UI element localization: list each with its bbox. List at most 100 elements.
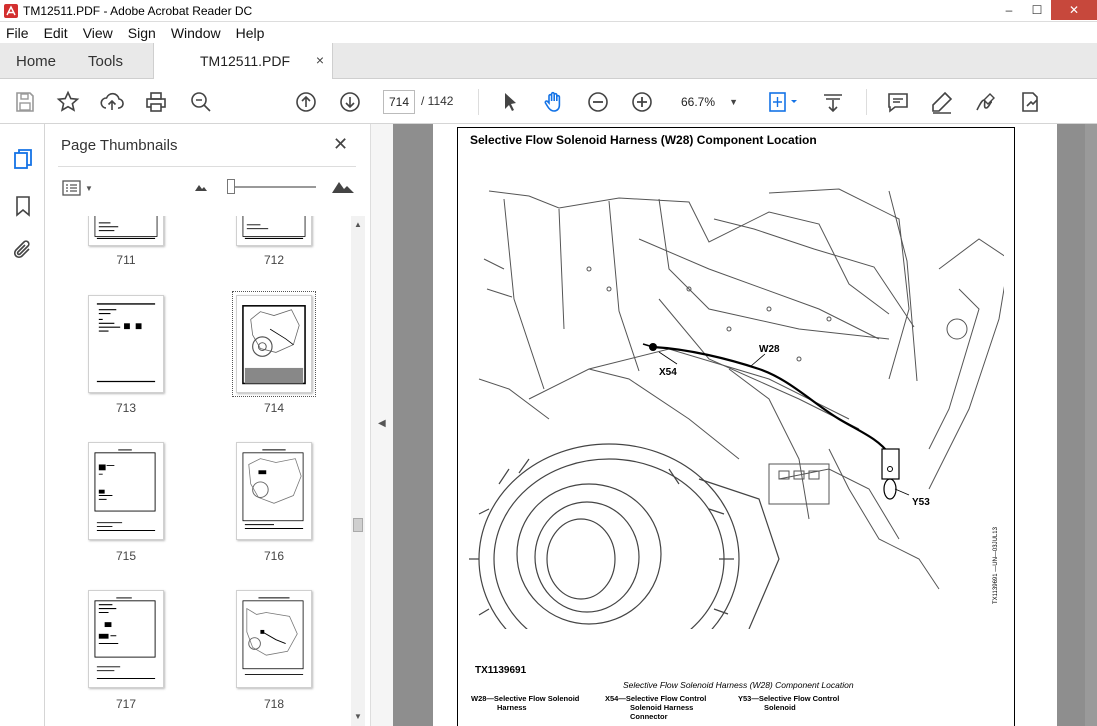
figure-id: TX1139691 — [475, 665, 527, 676]
thumbnail-page[interactable] — [88, 442, 164, 540]
scroll-down-icon[interactable]: ▼ — [353, 712, 363, 721]
left-rail — [0, 124, 45, 726]
menu-edit[interactable]: Edit — [44, 25, 68, 41]
legend-key: X54— — [605, 694, 626, 703]
thumbnail-options-button[interactable]: ▼ — [62, 178, 94, 198]
thumbnail-page[interactable] — [236, 590, 312, 688]
page-thumbnails-icon[interactable] — [10, 146, 36, 172]
menu-help[interactable]: Help — [236, 25, 265, 41]
thumbnail-enlarge-icon[interactable] — [331, 178, 355, 194]
thumbnail-size-slider[interactable] — [231, 186, 316, 188]
tab-home[interactable]: Home — [16, 53, 56, 70]
bookmark-star-icon[interactable] — [55, 89, 81, 115]
document-scrollbar[interactable] — [1085, 124, 1097, 726]
scroll-mode-icon[interactable] — [820, 89, 846, 115]
legend-text: Selective Flow Control — [758, 694, 840, 703]
thumbnail-label: 711 — [116, 253, 136, 267]
legend-item-y53: Y53—Selective Flow Control Solenoid — [738, 694, 839, 712]
comment-icon[interactable] — [885, 89, 911, 115]
zoom-search-icon[interactable] — [188, 89, 214, 115]
panel-splitter[interactable]: ◀ — [370, 124, 393, 726]
page-title: Selective Flow Solenoid Harness (W28) Co… — [470, 133, 817, 147]
thumbnail-list: 711 712 713 714 715 716 717 718 — [46, 216, 352, 726]
close-panel-icon[interactable]: ✕ — [333, 134, 348, 155]
figure-side-id: TX1139691 —UN—03JUL13 — [993, 527, 999, 604]
menu-file[interactable]: File — [6, 25, 29, 41]
thumbnail-page-selected[interactable] — [232, 291, 316, 397]
minimize-button[interactable]: – — [995, 0, 1023, 20]
chevron-down-icon: ▼ — [729, 97, 738, 107]
legend-text: Solenoid — [764, 703, 796, 712]
window-title: TM12511.PDF - Adobe Acrobat Reader DC — [23, 3, 253, 18]
hand-icon[interactable] — [541, 89, 567, 115]
zoom-in-icon[interactable] — [629, 89, 655, 115]
zoom-value: 66.7% — [681, 95, 716, 109]
thumbnail-page[interactable] — [236, 442, 312, 540]
legend-text: Selective Flow Control — [625, 694, 707, 703]
attachments-icon[interactable] — [10, 238, 36, 264]
save-icon[interactable] — [12, 89, 38, 115]
upload-icon[interactable] — [99, 89, 125, 115]
document-view[interactable]: Selective Flow Solenoid Harness (W28) Co… — [393, 124, 1097, 726]
thumbnail-page[interactable] — [88, 216, 164, 246]
zoom-out-icon[interactable] — [585, 89, 611, 115]
title-bar: TM12511.PDF - Adobe Acrobat Reader DC – … — [0, 0, 1097, 22]
select-arrow-icon[interactable] — [497, 89, 523, 115]
menu-sign[interactable]: Sign — [128, 25, 156, 41]
close-tab-icon[interactable]: × — [316, 52, 324, 68]
scroll-up-icon[interactable]: ▲ — [353, 220, 363, 229]
zoom-select[interactable]: 66.7% ▼ — [674, 90, 744, 114]
legend-text: Selective Flow Solenoid — [493, 694, 580, 703]
thumbnail-label: 712 — [263, 253, 285, 267]
fit-page-icon[interactable] — [765, 89, 801, 115]
thumbnail-shrink-icon[interactable] — [194, 182, 208, 192]
thumbnail-page[interactable] — [88, 295, 164, 393]
thumbnail-preview — [242, 597, 304, 676]
thumbnail-preview — [242, 305, 306, 385]
legend-key: W28— — [471, 694, 494, 703]
highlight-icon[interactable] — [929, 89, 955, 115]
tab-bar: Home Tools TM12511.PDF × — [0, 43, 1097, 79]
bookmarks-icon[interactable] — [10, 193, 36, 219]
thumbnail-preview — [242, 449, 304, 530]
thumbnail-preview — [94, 216, 158, 239]
page-total: / 1142 — [421, 94, 454, 108]
thumbnail-scrollbar[interactable]: ▲ ▼ — [351, 216, 365, 726]
thumbnail-label: 715 — [115, 549, 137, 563]
thumbnail-page[interactable] — [88, 590, 164, 688]
thumbnail-label: 713 — [115, 401, 137, 415]
loader-illustration: W28 X54 Y53 — [469, 188, 1004, 629]
thumbnail-preview — [94, 449, 156, 531]
close-window-button[interactable]: ✕ — [1051, 0, 1097, 20]
legend-key: Y53— — [738, 694, 759, 703]
sign-icon[interactable] — [973, 89, 999, 115]
page-down-icon[interactable] — [337, 89, 363, 115]
print-icon[interactable] — [143, 89, 169, 115]
callout-x54: X54 — [659, 367, 677, 378]
page-up-icon[interactable] — [293, 89, 319, 115]
menu-view[interactable]: View — [83, 25, 113, 41]
legend-item-x54: X54—Selective Flow Control Solenoid Harn… — [605, 694, 706, 721]
thumbnail-preview — [242, 216, 306, 239]
panel-divider — [58, 166, 356, 167]
collapse-panel-icon[interactable]: ◀ — [378, 418, 386, 429]
menu-window[interactable]: Window — [171, 25, 221, 41]
legend-item-w28: W28—Selective Flow Solenoid Harness — [471, 694, 579, 712]
tab-tools[interactable]: Tools — [88, 53, 123, 70]
thumbnail-page[interactable] — [236, 216, 312, 246]
acrobat-logo-icon — [4, 3, 18, 18]
thumbnail-label: 716 — [263, 549, 285, 563]
page-number-input[interactable]: 714 — [383, 90, 415, 114]
thumbnail-label: 714 — [263, 401, 285, 415]
tab-document[interactable]: TM12511.PDF × — [153, 43, 333, 79]
pdf-page: Selective Flow Solenoid Harness (W28) Co… — [433, 124, 1057, 726]
more-tools-icon[interactable] — [1017, 89, 1043, 115]
menu-bar: File Edit View Sign Window Help — [0, 22, 1097, 43]
slider-handle[interactable] — [227, 179, 235, 194]
panel-title: Page Thumbnails — [61, 137, 178, 154]
chevron-down-icon: ▼ — [85, 183, 93, 193]
maximize-button[interactable]: ☐ — [1023, 0, 1051, 20]
tab-document-label: TM12511.PDF — [200, 53, 290, 69]
list-options-icon — [62, 180, 81, 196]
scrollbar-thumb[interactable] — [353, 518, 363, 532]
